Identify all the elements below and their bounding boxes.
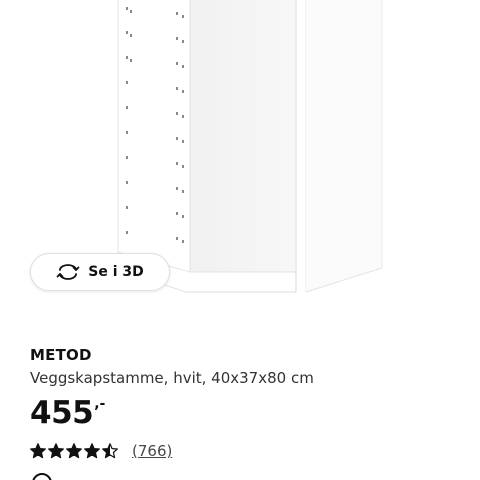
view-in-3d-button[interactable]: Se i 3D (30, 253, 170, 291)
star-full-icon (66, 443, 82, 459)
star-full-icon (84, 443, 100, 459)
review-count-link[interactable]: (766) (132, 442, 172, 460)
price-suffix: ,- (94, 396, 106, 412)
product-price: 455 ,- (30, 394, 105, 432)
product-description[interactable]: Veggskapstamme, hvit, 40x37x80 cm (30, 369, 314, 387)
rating-stars (30, 443, 118, 459)
product-page: Se i 3D METOD Veggskapstamme, hvit, 40x3… (0, 0, 480, 480)
view-in-3d-label: Se i 3D (88, 264, 144, 280)
star-half-icon (102, 443, 118, 459)
star-full-icon (30, 443, 46, 459)
product-rating[interactable]: (766) (30, 442, 172, 460)
star-full-icon (48, 443, 64, 459)
rotate-3d-icon (56, 262, 80, 282)
product-brand[interactable]: METOD (30, 346, 92, 364)
price-integer: 455 (30, 395, 94, 431)
info-icon[interactable] (30, 471, 54, 480)
